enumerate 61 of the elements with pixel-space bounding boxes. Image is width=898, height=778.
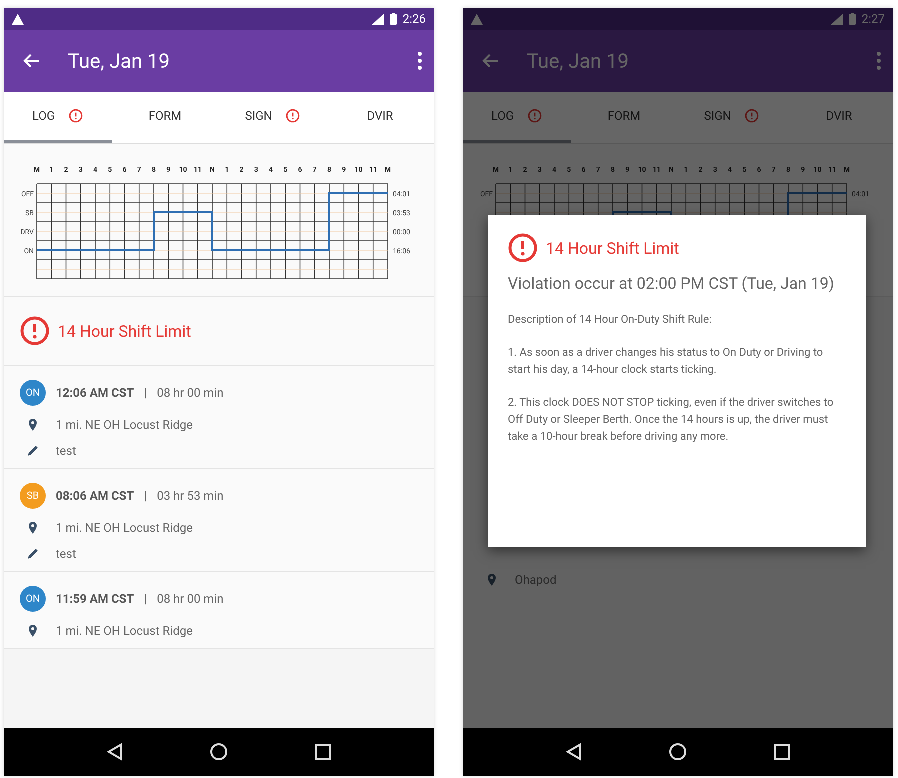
alert-icon xyxy=(745,109,760,123)
entry-duration: 08 hr 00 min xyxy=(157,386,224,400)
separator: | xyxy=(144,489,148,503)
entry-time: 08:06 AM CST xyxy=(56,489,134,503)
clock-time: 2:26 xyxy=(402,12,426,26)
entry-duration: 08 hr 00 min xyxy=(157,592,224,606)
rule-text: 1. As soon as a driver changes his status to On Duty or Driving to start his day, a 14-hour clock starts ticking. xyxy=(508,345,824,378)
alert-icon xyxy=(286,109,300,123)
separator: | xyxy=(144,386,148,400)
status-badge: ON xyxy=(20,380,46,406)
violation-row[interactable]: 14 Hour Shift Limit xyxy=(4,297,434,366)
log-entry[interactable]: ON 12:06 AM CST | 08 hr 00 min 1 mi. NE OH Locust Ridge test xyxy=(4,366,434,469)
alert-icon xyxy=(528,109,542,123)
violation-time: Violation occur at 02:00 PM CST (Tue, Jan 19) xyxy=(508,273,836,295)
alert-icon xyxy=(508,233,538,263)
entry-duration: 03 hr 53 min xyxy=(157,489,224,503)
location-pin-icon xyxy=(26,418,40,432)
pencil-icon xyxy=(26,444,40,458)
back-icon[interactable] xyxy=(566,743,582,761)
location-pin-icon xyxy=(485,573,499,587)
home-icon[interactable] xyxy=(668,743,687,761)
signal-icon xyxy=(830,14,843,24)
alert-icon xyxy=(69,109,83,123)
status-badge: ON xyxy=(20,586,46,612)
rule-text: 2. This clock DOES NOT STOP ticking, even if the driver switches to Off Duty or Sleeper Berth. Once the 14 hours is up, the driver must take a 10-hour break before driving any more. xyxy=(508,395,835,445)
recents-icon[interactable] xyxy=(314,744,331,760)
tab[interactable]: FORM xyxy=(112,92,219,143)
screen-title: Tue, Jan 19 xyxy=(68,49,171,73)
status-badge: SB xyxy=(20,483,46,509)
home-icon[interactable] xyxy=(210,743,228,761)
entry-note: test xyxy=(56,547,76,561)
battery-icon xyxy=(390,13,397,25)
entry-note: test xyxy=(56,444,76,458)
screen-title: Tue, Jan 19 xyxy=(527,49,630,73)
dialog-title: 14 Hour Shift Limit xyxy=(546,238,680,258)
tab[interactable]: DVIR xyxy=(326,92,434,143)
entry-location: 1 mi. NE OH Locust Ridge xyxy=(56,521,193,535)
warning-icon xyxy=(471,14,483,24)
clock-time: 2:27 xyxy=(862,12,885,26)
more-options-icon[interactable] xyxy=(418,52,422,70)
location-pin-icon xyxy=(26,624,40,638)
violation-title: 14 Hour Shift Limit xyxy=(58,322,192,340)
entry-time: 11:59 AM CST xyxy=(56,592,134,606)
entry-time: 12:06 AM CST xyxy=(56,386,134,400)
warning-icon xyxy=(12,14,24,24)
separator: | xyxy=(144,592,148,606)
signal-icon xyxy=(372,14,384,24)
log-entry[interactable]: SB 08:06 AM CST | 03 hr 53 min 1 mi. NE OH Locust Ridge test xyxy=(4,469,434,572)
entry-location: Ohapod xyxy=(515,573,557,587)
recents-icon[interactable] xyxy=(774,744,790,760)
entry-location: 1 mi. NE OH Locust Ridge xyxy=(56,624,193,638)
location-pin-icon xyxy=(26,521,40,535)
back-icon[interactable] xyxy=(107,743,124,761)
log-entry[interactable]: ON 11:59 AM CST | 08 hr 00 min 1 mi. NE OH Locust Ridge xyxy=(4,572,434,649)
alert-icon xyxy=(20,316,50,346)
tab[interactable]: SIGN xyxy=(219,92,326,143)
battery-icon xyxy=(848,13,856,25)
back-arrow-icon[interactable] xyxy=(22,53,40,69)
rule-text: Description of 14 Hour On-Duty Shift Rule: xyxy=(508,312,713,328)
entry-location: 1 mi. NE OH Locust Ridge xyxy=(56,418,193,432)
pencil-icon xyxy=(26,547,40,561)
